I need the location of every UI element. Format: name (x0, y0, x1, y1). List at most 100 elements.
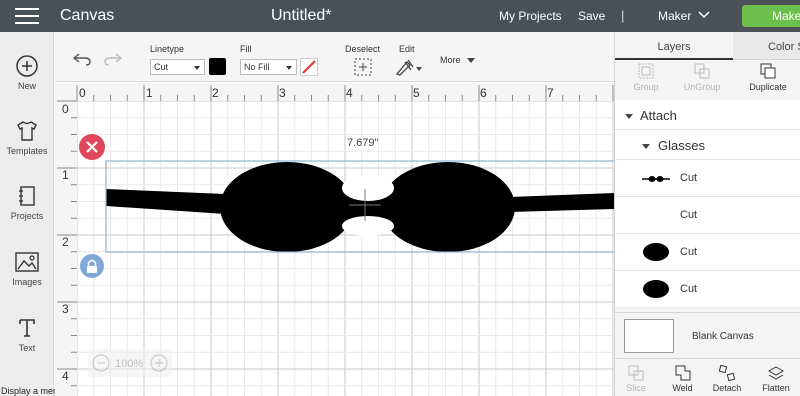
sidebar-item-projects[interactable]: Projects (0, 184, 54, 221)
ruler-top-2: 2 (212, 86, 219, 100)
sidebar-hint: Display a menu (1, 386, 64, 396)
ruler-left-3: 3 (62, 302, 69, 316)
layer-label: Cut (680, 209, 698, 221)
sidebar-item-templates[interactable]: Templates (0, 119, 54, 156)
slice-button[interactable]: Slice (615, 365, 657, 393)
linetype-label: Linetype (150, 44, 185, 54)
text-icon (19, 319, 35, 337)
weld-button[interactable]: Weld (660, 365, 705, 393)
duplicate-icon (760, 63, 776, 79)
fill-color-swatch[interactable] (300, 58, 318, 76)
selection-width-label: 7.679" (347, 137, 379, 149)
redo-icon[interactable] (103, 52, 123, 66)
zoom-level: 100% (115, 358, 143, 370)
weld-label: Weld (672, 383, 693, 393)
weld-icon (675, 365, 690, 381)
sidebar-item-text[interactable]: Text (0, 316, 54, 353)
linetype-select[interactable]: Cut (150, 59, 205, 75)
hamburger-menu-icon[interactable] (15, 8, 39, 24)
ruler-top-6: 6 (480, 86, 487, 100)
blank-canvas-row[interactable]: Blank Canvas (615, 312, 800, 358)
slice-label: Slice (626, 383, 646, 393)
fill-value: No Fill (244, 62, 270, 72)
sidebar-item-label: Text (18, 343, 36, 353)
edit-tools-icon[interactable] (395, 58, 423, 76)
topbar-divider: | (621, 8, 625, 23)
document-title[interactable]: Untitled* (271, 7, 331, 25)
canvas-grid[interactable]: 0 1 2 3 4 5 6 7 0 1 2 3 4 7.679" 100% (55, 83, 614, 396)
left-sidebar: New Templates Projects Images Text Displ… (0, 32, 63, 396)
sidebar-item-label: Projects (10, 211, 44, 221)
layer-row[interactable]: Cut (615, 271, 800, 308)
sidebar-item-new[interactable]: New (0, 54, 54, 91)
app-title: Canvas (60, 7, 115, 24)
layer-label: Cut (680, 246, 698, 258)
group-button[interactable]: Group (615, 62, 677, 92)
tab-layers[interactable]: Layers (615, 32, 733, 60)
ruler-top-4: 4 (346, 86, 353, 100)
save-button[interactable]: Save (578, 9, 605, 23)
linetype-value: Cut (154, 62, 169, 72)
lock-proportions-handle[interactable] (80, 254, 104, 278)
ruler-top-1: 1 (146, 86, 153, 100)
tab-color-sync[interactable]: Color S (733, 32, 800, 60)
ruler-left-2: 2 (62, 235, 69, 249)
fill-select[interactable]: No Fill (240, 59, 297, 75)
glasses-group-label: Glasses (658, 138, 705, 153)
glasses-group-row[interactable]: Glasses (615, 130, 800, 160)
ruler-left-0: 0 (62, 102, 69, 116)
more-label[interactable]: More (440, 55, 461, 65)
more-caret-icon[interactable] (467, 58, 475, 64)
detach-button[interactable]: Detach (704, 365, 750, 393)
layer-actions-bar: Slice Weld Detach Flatten (615, 358, 800, 396)
collapse-caret-icon[interactable] (625, 114, 633, 119)
glasses-thumbnail-icon (642, 176, 670, 182)
top-ruler (55, 83, 614, 101)
sidebar-item-label: Images (12, 277, 42, 287)
layers-panel: Layers Color S Group UnGroup Duplicate A… (614, 32, 800, 396)
linetype-color-swatch[interactable] (209, 58, 226, 75)
canvas-thumbnail (624, 319, 674, 353)
design-canvas[interactable]: 0 1 2 3 4 5 6 7 0 1 2 3 4 7.679" 100% (55, 83, 614, 396)
group-label: Group (633, 82, 659, 92)
ungroup-button[interactable]: UnGroup (671, 62, 733, 92)
delete-handle[interactable] (79, 134, 105, 160)
layer-label: Cut (680, 172, 698, 184)
sidebar-item-images[interactable]: Images (0, 250, 54, 287)
image-icon (15, 252, 39, 272)
layer-label: Cut (680, 283, 698, 295)
blank-canvas-label: Blank Canvas (692, 331, 754, 342)
duplicate-button[interactable]: Duplicate (737, 62, 799, 92)
ruler-left-1: 1 (62, 168, 69, 182)
sidebar-item-label: New (17, 81, 36, 91)
ruler-left-4: 4 (62, 369, 69, 383)
ruler-top-5: 5 (413, 86, 420, 100)
layer-row[interactable]: Cut (615, 160, 800, 197)
ellipse-thumbnail-icon (643, 280, 669, 298)
deselect-icon[interactable] (354, 58, 372, 76)
sidebar-item-label: Templates (6, 146, 48, 156)
ellipse-thumbnail-icon (643, 243, 669, 261)
plus-circle-icon (16, 55, 38, 77)
make-button[interactable]: Make (742, 5, 800, 27)
layer-row[interactable]: Cut (615, 197, 800, 234)
tshirt-icon (17, 121, 37, 141)
top-bar: Canvas Untitled* My Projects Save | Make… (0, 0, 800, 32)
ungroup-label: UnGroup (683, 82, 721, 92)
machine-selector[interactable]: Maker (658, 9, 691, 23)
deselect-label: Deselect (345, 44, 381, 54)
flatten-button[interactable]: Flatten (753, 365, 799, 393)
fill-label: Fill (240, 44, 252, 54)
undo-icon[interactable] (72, 52, 92, 66)
collapse-caret-icon[interactable] (642, 144, 650, 149)
ruler-top-0: 0 (79, 86, 86, 100)
attach-group-row[interactable]: Attach (615, 100, 800, 130)
layer-row[interactable]: Cut (615, 234, 800, 271)
glasses-shape[interactable] (106, 162, 614, 252)
my-projects-link[interactable]: My Projects (499, 9, 562, 23)
duplicate-label: Duplicate (749, 82, 787, 92)
ungroup-icon (694, 63, 710, 79)
slice-icon (628, 365, 644, 381)
group-icon (638, 63, 654, 79)
chevron-down-icon[interactable] (698, 10, 710, 20)
